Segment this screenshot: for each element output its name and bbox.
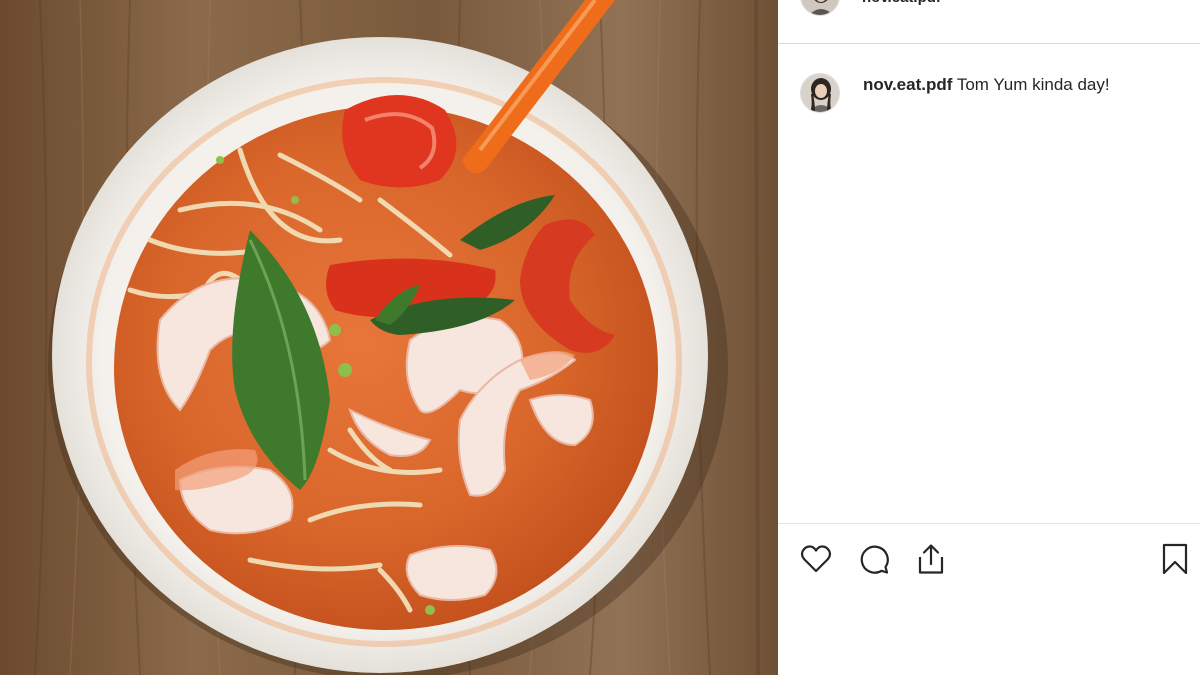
comment-icon	[860, 545, 889, 574]
like-button[interactable]	[799, 542, 833, 576]
bookmark-icon	[1162, 543, 1188, 575]
post-image[interactable]	[0, 0, 778, 675]
post-header: nov.eat.pdf	[778, 0, 1200, 44]
caption-username[interactable]: nov.eat.pdf	[863, 75, 952, 94]
caption-body: Tom Yum kinda day!	[956, 75, 1110, 94]
heart-icon	[800, 545, 832, 573]
comment-button[interactable]	[857, 542, 891, 576]
soup-photo	[0, 0, 778, 675]
profile-photo	[801, 74, 839, 112]
avatar[interactable]	[800, 0, 840, 16]
profile-photo	[801, 0, 839, 15]
header-username[interactable]: nov.eat.pdf	[862, 0, 941, 8]
save-button[interactable]	[1158, 542, 1192, 576]
share-button[interactable]	[914, 542, 948, 576]
caption: nov.eat.pdf Tom Yum kinda day!	[778, 68, 1200, 118]
caption-text: nov.eat.pdf Tom Yum kinda day!	[863, 75, 1110, 95]
share-icon	[918, 544, 944, 574]
avatar[interactable]	[800, 73, 840, 113]
action-bar	[778, 523, 1200, 594]
post-sidebar: nov.eat.pdf nov.eat.pdf Tom Yum kinda da…	[778, 0, 1200, 675]
